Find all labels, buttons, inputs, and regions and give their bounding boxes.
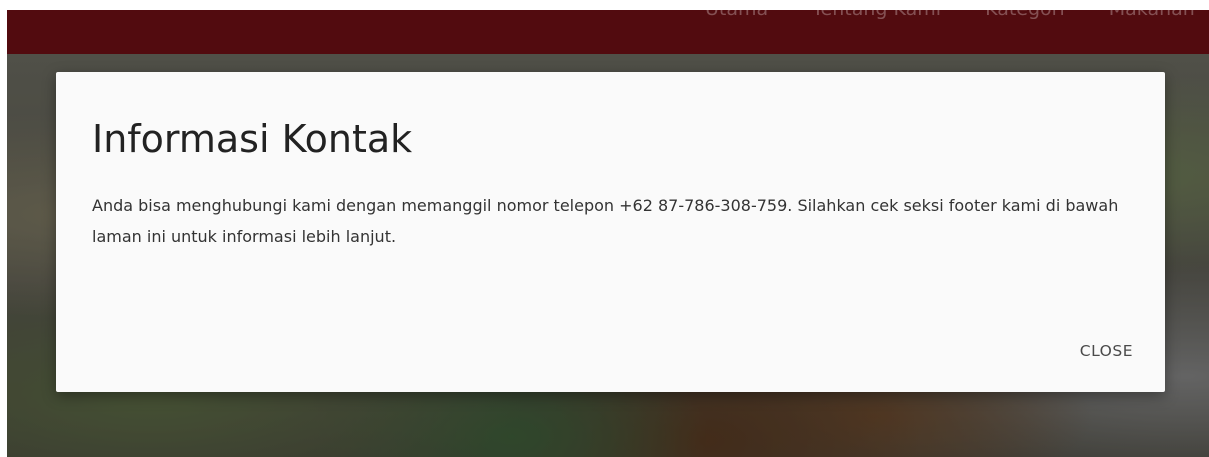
- modal-body-text: Anda bisa menghubungi kami dengan memang…: [92, 196, 1119, 246]
- modal-title: Informasi Kontak: [92, 117, 413, 161]
- contact-info-modal: Informasi Kontak Anda bisa menghubungi k…: [56, 72, 1165, 392]
- page-frame: Utama Tentang Kami Kategori Makanan Info…: [7, 10, 1209, 457]
- close-button[interactable]: CLOSE: [1080, 338, 1133, 364]
